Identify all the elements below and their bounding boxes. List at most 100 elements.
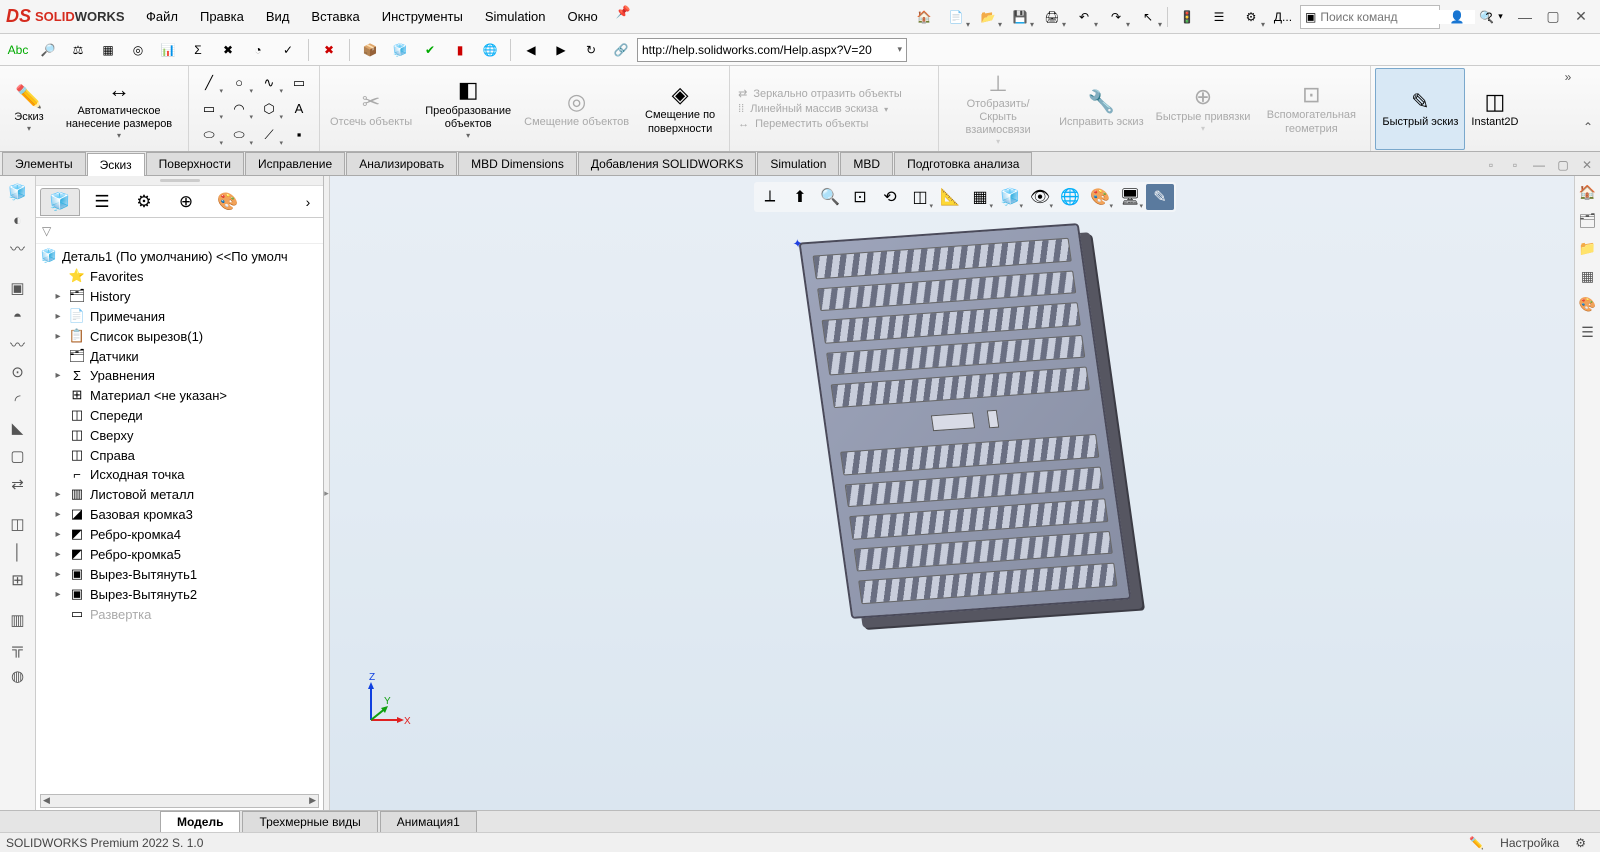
dropdown-icon[interactable]: ▾	[897, 44, 902, 55]
tab-dimxpert[interactable]: ⊕	[166, 188, 206, 216]
caret-icon[interactable]: ▸	[52, 569, 64, 580]
tree-item[interactable]: ▭Развертка	[36, 604, 323, 624]
rail-extrude-icon[interactable]: 🧊	[4, 180, 32, 204]
fillet-sketch-icon[interactable]: ⟋	[255, 123, 283, 147]
rectangle-tool-icon[interactable]: ▭	[285, 71, 313, 95]
rail-cut-sweep-icon[interactable]: 〰	[4, 332, 32, 356]
tree-item[interactable]: ▸▥Листовой металл	[36, 484, 323, 504]
hud-edit-sketch-icon[interactable]: ✎	[1146, 184, 1174, 210]
taskpane-appearances-icon[interactable]: 🎨	[1574, 292, 1600, 316]
caret-icon[interactable]: ▸	[52, 549, 64, 560]
menu-insert[interactable]: Вставка	[301, 5, 369, 28]
taskpane-home-icon[interactable]: 🏠	[1574, 180, 1600, 204]
doc-close-icon[interactable]: ✕	[1576, 155, 1598, 175]
options-icon[interactable]: ⚙	[1236, 4, 1266, 30]
rapid-sketch-button[interactable]: ✎ Быстрый эскиз	[1375, 68, 1465, 150]
tree-root[interactable]: 🧊 Деталь1 (По умолчанию) <<По умолч	[36, 246, 323, 266]
sketch-button[interactable]: ✏️ Эскиз ▾	[4, 68, 54, 150]
statistics-icon[interactable]: 📊	[154, 37, 182, 63]
hud-previous-view-icon[interactable]: ⟲	[876, 184, 904, 210]
hud-orient-icon[interactable]: ⬆	[786, 184, 814, 210]
sensor-icon[interactable]: ◎	[124, 37, 152, 63]
taskpane-custom-props-icon[interactable]: ☰	[1574, 320, 1600, 344]
tree-item[interactable]: 🗂Датчики	[36, 346, 323, 366]
rail-weldment-icon[interactable]: ╦	[4, 636, 32, 660]
sim-globe-icon[interactable]: 🌐	[476, 37, 504, 63]
new-icon[interactable]: 📄	[941, 4, 971, 30]
doc-maximize-icon[interactable]: ▢	[1552, 155, 1574, 175]
tree-item[interactable]: ▸📄Примечания	[36, 306, 323, 326]
help-url-field[interactable]: ▾	[637, 38, 907, 62]
arc-icon[interactable]: ◠	[225, 97, 253, 121]
tree-item[interactable]: ◫Справа	[36, 445, 323, 465]
mass-props-icon[interactable]: ⚖	[64, 37, 92, 63]
tab-features[interactable]: Элементы	[2, 152, 86, 175]
tree-item[interactable]: ▸▣Вырез-Вытянуть1	[36, 564, 323, 584]
panel-left-icon[interactable]: ▫	[1480, 155, 1502, 175]
rail-cut-extrude-icon[interactable]: ▣	[4, 276, 32, 300]
tab-simulation[interactable]: Simulation	[757, 152, 839, 175]
stop-icon[interactable]: ✖	[315, 37, 343, 63]
rail-fillet-icon[interactable]: ◜	[4, 388, 32, 412]
caret-icon[interactable]: ▸	[52, 589, 64, 600]
save-icon[interactable]: 💾	[1005, 4, 1035, 30]
tab-property-manager[interactable]: ☰	[82, 188, 122, 216]
web-refresh-icon[interactable]: ↻	[577, 37, 605, 63]
pin-icon[interactable]: 📌	[610, 5, 637, 28]
tree-item[interactable]: ◫Сверху	[36, 425, 323, 445]
select-icon[interactable]: ↖	[1133, 4, 1163, 30]
menu-view[interactable]: Вид	[256, 5, 300, 28]
line-icon[interactable]: ╱	[195, 71, 223, 95]
maximize-button[interactable]: ▢	[1540, 6, 1566, 28]
instant2d-button[interactable]: ◫ Instant2D	[1465, 68, 1524, 150]
home-icon[interactable]: 🏠	[909, 4, 939, 30]
rail-mold-icon[interactable]: ◍	[4, 664, 32, 688]
tab-analysis-prep[interactable]: Подготовка анализа	[894, 152, 1032, 175]
hud-normal-to-icon[interactable]: ⟂	[756, 184, 784, 210]
panel-drag-handle[interactable]	[36, 176, 323, 186]
offset-surface-button[interactable]: ◈ Смещение по поверхности	[635, 68, 725, 150]
caret-icon[interactable]: ▸	[52, 370, 64, 381]
minimize-button[interactable]: —	[1512, 6, 1538, 28]
slot-icon[interactable]: ⬭	[195, 123, 223, 147]
rail-plane-icon[interactable]: ◫	[4, 512, 32, 536]
taskpane-explorer-icon[interactable]: 📁	[1574, 236, 1600, 260]
graphics-viewport[interactable]: ⟂ ⬆ 🔍 ⊡ ⟲ ◫ 📐 ▦ 🧊 👁 🌐 🎨 🖥 ✎ ✦	[330, 176, 1600, 810]
hud-zoom-area-icon[interactable]: ⊡	[846, 184, 874, 210]
command-search[interactable]: ▣ 🔍 ▾	[1300, 5, 1440, 29]
tab-model[interactable]: Модель	[160, 811, 240, 832]
tab-mbd-dimensions[interactable]: MBD Dimensions	[458, 152, 577, 175]
ribbon-expand-button[interactable]: »	[1558, 68, 1578, 86]
rail-mirror-icon[interactable]: ⇄	[4, 472, 32, 496]
sim-btn1-icon[interactable]: 📦	[356, 37, 384, 63]
feature-tree[interactable]: 🧊 Деталь1 (По умолчанию) <<По умолч ⭐Fav…	[36, 244, 323, 792]
spellcheck-icon[interactable]: Abc	[4, 37, 32, 63]
help-icon[interactable]: ?	[1474, 4, 1504, 30]
sim-btn2-icon[interactable]: 🧊	[386, 37, 414, 63]
sim-red-icon[interactable]: ▮	[446, 37, 474, 63]
measure-icon[interactable]: 🔎	[34, 37, 62, 63]
web-back-icon[interactable]: ◀	[517, 37, 545, 63]
document-props-icon[interactable]: ☰	[1204, 4, 1234, 30]
tree-item[interactable]: ⭐Favorites	[36, 266, 323, 286]
tab-surfaces[interactable]: Поверхности	[146, 152, 244, 175]
text-icon[interactable]: A	[285, 97, 313, 121]
menu-simulation[interactable]: Simulation	[475, 5, 556, 28]
rail-hole-wizard-icon[interactable]: ⊙	[4, 360, 32, 384]
rail-misc-icon[interactable]: ⊞	[4, 568, 32, 592]
polygon-icon[interactable]: ⬡	[255, 97, 283, 121]
tree-hscroll[interactable]	[36, 792, 323, 810]
hud-view-settings-icon[interactable]: 🖥	[1116, 184, 1144, 210]
undo-icon[interactable]: ↶	[1069, 4, 1099, 30]
status-edit-icon[interactable]: ✏️	[1461, 836, 1492, 850]
hud-section-icon[interactable]: ◫	[906, 184, 934, 210]
tab-display-manager[interactable]: 🎨	[208, 188, 248, 216]
point-icon[interactable]: ▪	[285, 123, 313, 147]
rectangle-icon[interactable]: ▭	[195, 97, 223, 121]
ribbon-collapse-button[interactable]: ⌃	[1578, 118, 1598, 136]
rail-sheetmetal-icon[interactable]: ▥	[4, 608, 32, 632]
hud-zoom-fit-icon[interactable]: 🔍	[816, 184, 844, 210]
hud-display-style-icon[interactable]: ▦	[966, 184, 994, 210]
tab-more-icon[interactable]: ›	[297, 188, 319, 216]
menu-edit[interactable]: Правка	[190, 5, 254, 28]
